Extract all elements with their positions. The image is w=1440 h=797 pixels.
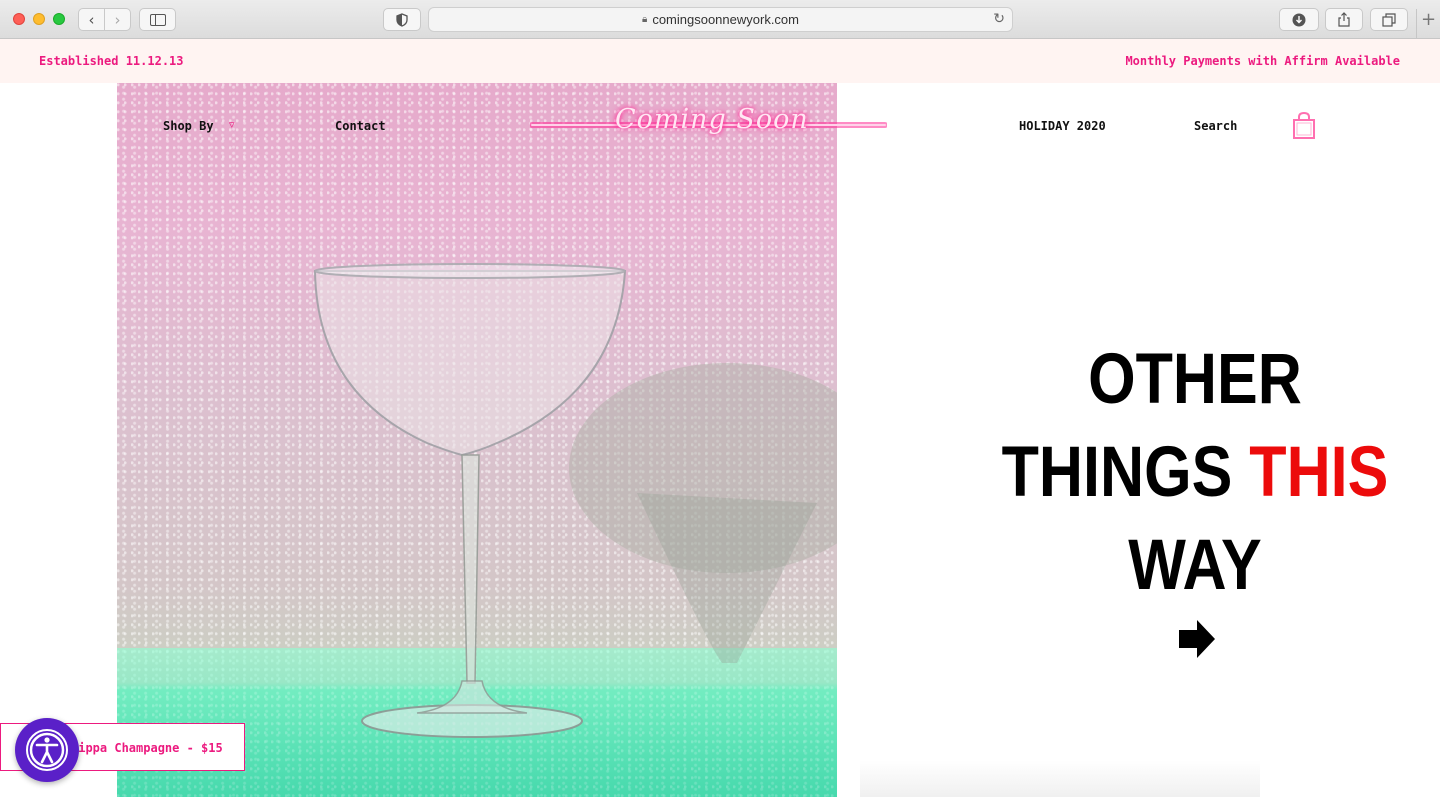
back-button[interactable]: ‹	[79, 9, 104, 30]
share-button[interactable]	[1325, 8, 1363, 31]
headline-this: THIS	[1249, 433, 1389, 512]
established-text: Established 11.12.13	[39, 54, 184, 68]
browser-toolbar: ‹ › 🔒︎ comingsoonnewyork.com ↻ +	[0, 0, 1440, 39]
reload-icon[interactable]: ↻	[993, 11, 1005, 27]
champagne-glass-image	[313, 263, 837, 738]
minimize-window-button[interactable]	[33, 13, 45, 25]
contact-link[interactable]: Contact	[335, 119, 386, 133]
new-tab-button[interactable]: +	[1416, 9, 1440, 39]
sidebar-icon	[149, 13, 166, 26]
forward-button[interactable]: ›	[104, 9, 130, 30]
chevron-down-icon[interactable]: ▿	[229, 118, 235, 131]
fullscreen-window-button[interactable]	[53, 13, 65, 25]
download-icon	[1292, 13, 1306, 26]
privacy-report-button[interactable]	[383, 8, 421, 31]
page-bottom-shadow	[860, 760, 1260, 797]
announcement-bar: Established 11.12.13 Monthly Payments wi…	[0, 39, 1440, 83]
arrow-right-icon[interactable]	[1177, 618, 1217, 660]
accessibility-button[interactable]	[15, 718, 79, 782]
holiday-2020-link[interactable]: HOLIDAY 2020	[1019, 119, 1106, 133]
address-bar[interactable]: 🔒︎ comingsoonnewyork.com ↻	[428, 7, 1013, 32]
headline-line-2: THINGS THIS	[993, 426, 1397, 519]
search-link[interactable]: Search	[1194, 119, 1237, 133]
sidebar-toggle-button[interactable]	[139, 8, 176, 31]
share-icon	[1338, 12, 1350, 27]
tabs-icon	[1382, 12, 1396, 27]
shield-icon	[396, 12, 408, 27]
close-window-button[interactable]	[13, 13, 25, 25]
history-nav: ‹ ›	[78, 8, 131, 31]
hero-image[interactable]	[117, 83, 837, 797]
tabs-overview-button[interactable]	[1370, 8, 1408, 31]
accessibility-icon	[26, 729, 68, 771]
logo-wordmark: Coming Soon	[615, 104, 809, 135]
downloads-button[interactable]	[1279, 8, 1319, 31]
headline-line-1: OTHER	[1088, 340, 1302, 419]
url-text: comingsoonnewyork.com	[652, 12, 799, 27]
shopping-bag-icon[interactable]	[1292, 112, 1316, 140]
promo-text: Zippa Champagne - $15	[71, 741, 223, 755]
lock-icon: 🔒︎	[641, 14, 648, 25]
headline: OTHER THINGS THIS WAY	[960, 333, 1430, 612]
headline-line-3: WAY	[1128, 526, 1262, 605]
headline-things: THINGS	[1001, 433, 1250, 512]
affirm-payments-link[interactable]: Monthly Payments with Affirm Available	[1125, 54, 1400, 68]
shop-by-menu[interactable]: Shop By	[163, 119, 214, 133]
